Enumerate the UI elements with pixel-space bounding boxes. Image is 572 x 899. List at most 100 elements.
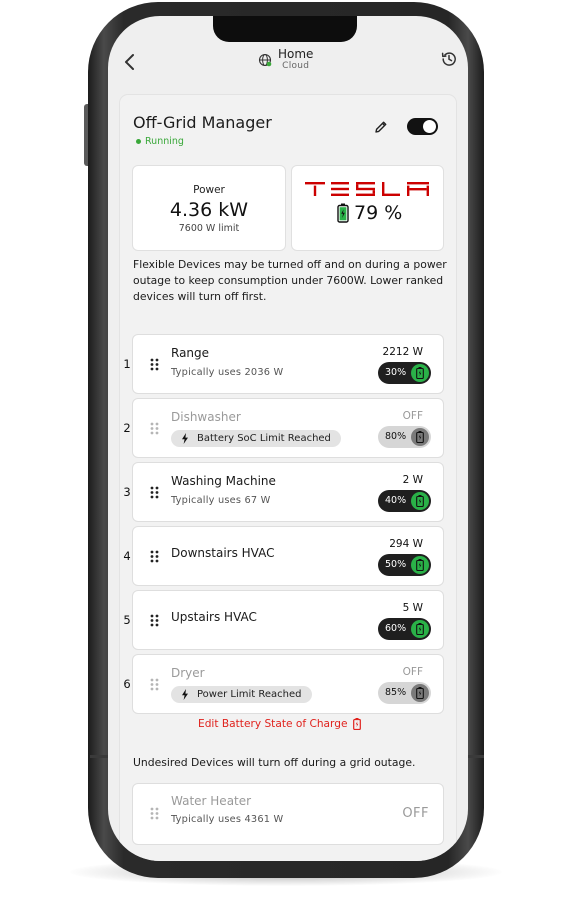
device-rank: 5: [123, 613, 131, 627]
tesla-logo: [305, 182, 429, 196]
page-subtitle: Cloud: [282, 61, 310, 71]
device-rank: 4: [123, 549, 131, 563]
soc-limit-control[interactable]: 50%: [378, 554, 431, 576]
battery-icon: [353, 718, 362, 730]
device-power: 294 W: [389, 538, 423, 550]
battery-icon: [416, 431, 424, 443]
manager-toggle[interactable]: [407, 118, 438, 135]
device-power: 2212 W: [382, 346, 423, 358]
battery-icon: [416, 495, 424, 507]
battery-icon: [416, 687, 424, 699]
flexible-device-card[interactable]: Upstairs HVAC 5 W 60%: [133, 591, 443, 649]
soc-battery-button[interactable]: [411, 428, 429, 446]
battery-icon: [416, 367, 424, 379]
off-grid-manager-panel: Off-Grid Manager Running Power 4.36 kW 7…: [120, 95, 456, 861]
toggle-knob: [423, 120, 436, 133]
device-name: Dryer: [171, 666, 205, 680]
battery-icon: [337, 203, 349, 223]
device-name: Range: [171, 346, 210, 360]
drag-handle-icon[interactable]: [150, 358, 159, 371]
screen: Home Cloud Off-Grid Manager Running Powe…: [108, 16, 468, 861]
drag-handle-icon[interactable]: [150, 807, 159, 820]
soc-battery-button[interactable]: [411, 620, 429, 638]
location-selector[interactable]: Home Cloud: [258, 47, 313, 72]
drag-handle-icon[interactable]: [150, 550, 159, 563]
soc-limit-value: 50%: [385, 559, 407, 570]
limit-reason: Power Limit Reached: [197, 689, 302, 700]
soc-limit-control[interactable]: 85%: [378, 682, 431, 704]
flexible-device-card[interactable]: Range Typically uses 2036 W 2212 W 30%: [133, 335, 443, 393]
device-usage: Typically uses 2036 W: [171, 367, 284, 378]
device-power: 2 W: [402, 474, 423, 486]
undesired-device-card[interactable]: Water Heater Typically uses 4361 W OFF: [133, 784, 443, 844]
undesired-explanation: Undesired Devices will turn off during a…: [133, 756, 416, 769]
device-rank: 2: [123, 421, 131, 435]
soc-limit-control[interactable]: 80%: [378, 426, 431, 448]
soc-limit-value: 60%: [385, 623, 407, 634]
device-usage: Typically uses 67 W: [171, 495, 271, 506]
soc-limit-value: 80%: [385, 431, 407, 442]
device-power: OFF: [402, 806, 429, 821]
soc-limit-control[interactable]: 40%: [378, 490, 431, 512]
limit-reason: Battery SoC Limit Reached: [197, 433, 331, 444]
manager-title: Off-Grid Manager: [133, 113, 272, 132]
device-name: Dishwasher: [171, 410, 241, 424]
notch: [213, 16, 357, 42]
soc-battery-button[interactable]: [411, 684, 429, 702]
flexible-device-card[interactable]: Dishwasher Battery SoC Limit Reached OFF 80…: [133, 399, 443, 457]
device-rank: 6: [123, 677, 131, 691]
page-title: Home: [278, 47, 314, 61]
battery-card: 79 %: [292, 166, 443, 250]
flexible-explanation: Flexible Devices may be turned off and o…: [133, 258, 447, 303]
soc-battery-button[interactable]: [411, 364, 429, 382]
device-power: 5 W: [402, 602, 423, 614]
phone-band: [90, 755, 108, 758]
device-name: Water Heater: [171, 794, 252, 808]
device-name: Downstairs HVAC: [171, 546, 275, 560]
lightning-bolt-icon: [182, 433, 188, 444]
device-name: Upstairs HVAC: [171, 610, 257, 624]
drag-handle-icon[interactable]: [150, 678, 159, 691]
globe-icon: [258, 53, 272, 66]
pencil-icon: [375, 121, 387, 133]
edit-link-label: Edit Battery State of Charge: [198, 718, 348, 730]
soc-limit-control[interactable]: 30%: [378, 362, 431, 384]
device-rank: 1: [123, 357, 131, 371]
device-power: OFF: [402, 410, 423, 422]
back-arrow-icon: [125, 54, 134, 70]
power-limit: 7600 W limit: [178, 223, 240, 234]
drag-handle-icon[interactable]: [150, 614, 159, 627]
battery-status: 79 %: [337, 202, 402, 224]
soc-limit-value: 40%: [385, 495, 407, 506]
drag-handle-icon[interactable]: [150, 486, 159, 499]
soc-battery-button[interactable]: [411, 556, 429, 574]
power-label: Power: [193, 184, 225, 196]
device-usage: Typically uses 4361 W: [171, 814, 284, 825]
back-button[interactable]: [118, 50, 142, 74]
flexible-device-card[interactable]: Dryer Power Limit Reached OFF 85%: [133, 655, 443, 713]
limit-reached-badge: Battery SoC Limit Reached: [171, 430, 341, 447]
edit-battery-soc-link[interactable]: Edit Battery State of Charge: [198, 718, 362, 730]
history-button[interactable]: [440, 50, 458, 68]
status-text: Running: [145, 136, 184, 147]
battery-icon: [416, 623, 424, 635]
soc-limit-value: 85%: [385, 687, 407, 698]
soc-limit-control[interactable]: 60%: [378, 618, 431, 640]
status-dot: [136, 139, 141, 144]
battery-percent: 79 %: [354, 202, 403, 224]
device-rank: 3: [123, 485, 131, 499]
battery-icon: [416, 559, 424, 571]
flexible-device-card[interactable]: Washing Machine Typically uses 67 W 2 W 40%: [133, 463, 443, 521]
drag-handle-icon[interactable]: [150, 422, 159, 435]
status-badge: Running: [136, 136, 184, 147]
soc-battery-button[interactable]: [411, 492, 429, 510]
limit-reached-badge: Power Limit Reached: [171, 686, 312, 703]
soc-limit-value: 30%: [385, 367, 407, 378]
lightning-bolt-icon: [182, 689, 188, 700]
flexible-device-card[interactable]: Downstairs HVAC 294 W 50%: [133, 527, 443, 585]
device-power: OFF: [402, 666, 423, 678]
power-card: Power 4.36 kW 7600 W limit: [133, 166, 285, 250]
history-icon: [441, 52, 456, 66]
device-name: Washing Machine: [171, 474, 276, 488]
edit-button[interactable]: [374, 119, 388, 133]
